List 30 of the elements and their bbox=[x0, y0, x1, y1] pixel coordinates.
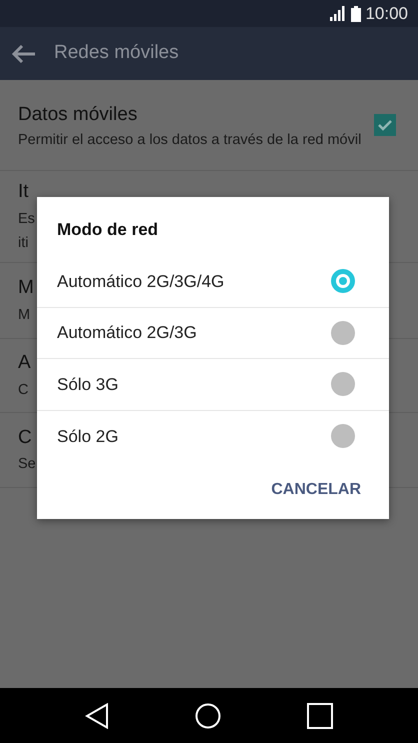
setting-description: M bbox=[18, 306, 30, 323]
battery-icon bbox=[351, 6, 362, 22]
network-mode-option[interactable]: Automático 2G/3G bbox=[37, 308, 389, 359]
setting-title: C bbox=[18, 426, 32, 450]
setting-description: Permitir el acceso a los datos a través de la red móvil bbox=[18, 131, 362, 150]
radio-button[interactable] bbox=[331, 424, 355, 448]
checkbox[interactable] bbox=[374, 114, 396, 136]
setting-title: M bbox=[18, 276, 34, 300]
setting-description: Es bbox=[18, 210, 35, 227]
cancel-button[interactable]: CANCELAR bbox=[263, 470, 369, 510]
radio-button[interactable] bbox=[331, 320, 355, 345]
signal-icon bbox=[330, 6, 348, 21]
network-mode-option[interactable]: Sólo 2G bbox=[37, 410, 389, 462]
dialog-title: Modo de red bbox=[57, 220, 158, 239]
screen-title: Redes móviles bbox=[54, 41, 179, 66]
home-icon[interactable] bbox=[195, 702, 221, 728]
network-mode-option[interactable]: Automático 2G/3G/4G bbox=[37, 256, 389, 308]
clock: 10:00 bbox=[365, 2, 408, 25]
recents-icon[interactable] bbox=[307, 702, 333, 728]
radio-button[interactable] bbox=[331, 269, 355, 294]
back-arrow-icon[interactable] bbox=[12, 44, 36, 62]
setting-description: C bbox=[18, 382, 28, 398]
setting-title: Datos móviles bbox=[18, 102, 138, 127]
network-mode-option[interactable]: Sólo 3G bbox=[37, 359, 389, 410]
setting-title: A bbox=[18, 351, 31, 376]
setting-description: Se bbox=[18, 456, 36, 472]
setting-description: iti bbox=[18, 234, 28, 251]
radio-button[interactable] bbox=[331, 372, 355, 396]
back-icon[interactable] bbox=[85, 702, 109, 728]
setting-title: It bbox=[18, 180, 29, 204]
